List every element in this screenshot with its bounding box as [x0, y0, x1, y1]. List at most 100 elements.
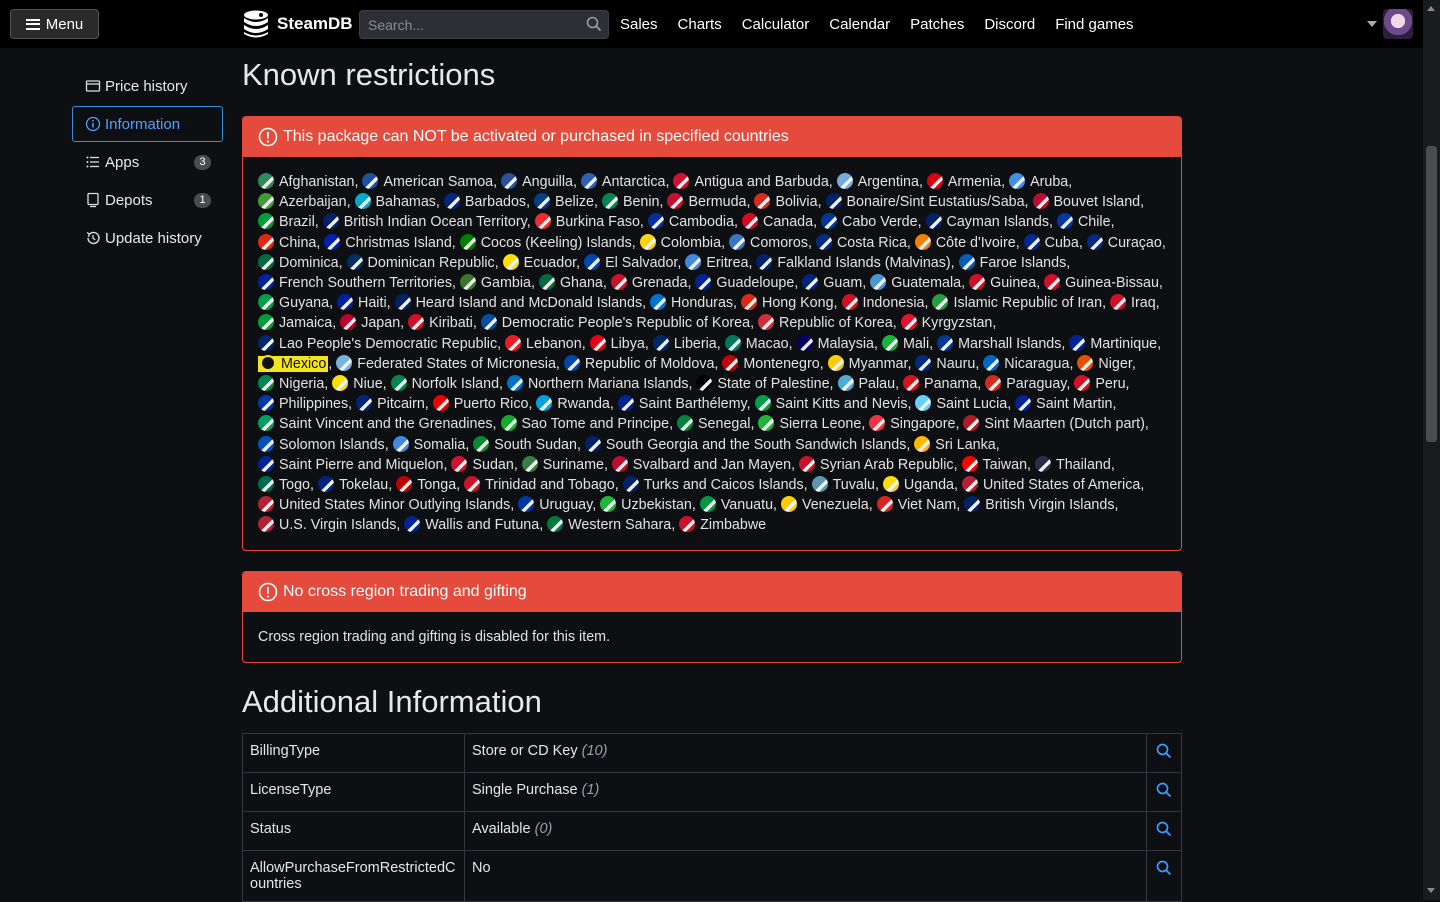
search-icon[interactable] — [1156, 743, 1172, 759]
scroll-up-arrow-icon[interactable] — [1427, 6, 1435, 11]
sidebar-item-price-history[interactable]: Price history — [72, 68, 223, 104]
country-flag-icon — [536, 395, 553, 412]
country-item: Guadeloupe — [695, 274, 794, 291]
country-name: Tuvalu — [832, 477, 875, 494]
country-name: Thailand — [1055, 456, 1111, 473]
country-name: Guatemala — [891, 275, 962, 292]
country-name: South Sudan — [494, 436, 577, 453]
country-name: Solomon Islands — [279, 436, 385, 453]
country-name: Guyana — [279, 295, 330, 312]
country-item: Uganda — [882, 476, 954, 493]
country-item: Republic of Korea — [758, 314, 893, 331]
search-icon[interactable] — [1156, 860, 1172, 876]
nav-link-patches[interactable]: Patches — [910, 16, 964, 33]
country-name: Kyrgyzstan — [921, 315, 993, 332]
country-item: Liberia — [652, 334, 717, 352]
country-flag-icon — [963, 415, 980, 432]
nav-link-calculator[interactable]: Calculator — [742, 16, 810, 33]
search-icon[interactable] — [1156, 821, 1172, 837]
country-name: French Southern Territories — [279, 275, 452, 292]
country-item: Singapore — [869, 415, 955, 432]
info-icon — [85, 116, 101, 132]
country-name: Wallis and Futuna — [425, 517, 540, 534]
country-item: Democratic People's Republic of Korea — [480, 314, 750, 331]
country-name: Saint Pierre and Miquelon — [279, 456, 444, 473]
country-flag-icon — [870, 274, 887, 291]
country-item: Christmas Island — [324, 233, 452, 251]
country-flag-icon — [1044, 274, 1061, 291]
country-item: Nigeria — [258, 375, 324, 392]
sidebar-item-update-history[interactable]: Update history — [72, 220, 223, 256]
country-flag-icon — [258, 334, 274, 351]
user-dropdown-caret-icon[interactable] — [1367, 21, 1377, 27]
country-name: El Salvador — [605, 254, 678, 271]
country-item: State of Palestine — [696, 375, 830, 393]
country-item: Costa Rica — [815, 233, 907, 251]
scroll-down-arrow-icon[interactable] — [1427, 888, 1435, 893]
country-flag-icon — [903, 375, 920, 392]
user-avatar[interactable] — [1383, 9, 1413, 39]
country-name: Saint Lucia — [936, 396, 1008, 413]
country-flag-icon — [258, 314, 274, 331]
country-item: Guam — [802, 274, 862, 291]
country-item: Vanuatu — [699, 496, 773, 513]
search-value-button[interactable] — [1146, 811, 1182, 851]
country-flag-icon — [258, 496, 274, 513]
scrollbar-thumb[interactable] — [1426, 146, 1437, 442]
country-flag-icon — [394, 294, 411, 311]
scrollbar-track[interactable] — [1423, 0, 1440, 900]
country-name: Antigua and Barbuda — [694, 174, 829, 190]
country-restriction-alert-header: This package can NOT be activated or pur… — [243, 117, 1181, 157]
search-input[interactable] — [360, 11, 596, 38]
country-item: Anguilla — [501, 173, 573, 190]
country-item: Burkina Faso — [534, 213, 640, 230]
menu-button[interactable]: Menu — [10, 9, 99, 39]
country-item: Nauru — [915, 354, 975, 372]
nav-link-charts[interactable]: Charts — [678, 16, 722, 33]
country-name: Lao People's Democratic Republic — [279, 335, 498, 352]
country-name: Aruba — [1030, 174, 1069, 190]
country-item: Gambia — [459, 274, 531, 291]
trading-restriction-alert-body: Cross region trading and gifting is disa… — [258, 629, 611, 645]
country-item: Argentina — [836, 173, 919, 190]
search-box[interactable] — [359, 10, 609, 39]
nav-link-find-games[interactable]: Find games — [1055, 16, 1133, 33]
brand-name: SteamDB — [277, 14, 353, 33]
country-name: Cabo Verde — [842, 214, 918, 231]
country-flag-icon — [356, 395, 373, 412]
search-value-button[interactable] — [1146, 772, 1182, 812]
search-value-button[interactable] — [1146, 850, 1182, 902]
search-value-button[interactable] — [1146, 733, 1182, 773]
country-name: Antarctica — [601, 174, 666, 190]
search-icon[interactable] — [1156, 782, 1172, 798]
sidebar-item-apps[interactable]: Apps 3 — [72, 144, 223, 180]
country-flag-icon — [1015, 395, 1032, 412]
sidebar-item-information[interactable]: Information — [72, 106, 223, 142]
country-item: Uruguay — [518, 496, 592, 513]
search-icon[interactable] — [586, 16, 602, 32]
country-flag-icon — [914, 435, 931, 452]
country-item: Wallis and Futuna — [404, 516, 540, 534]
country-flag-icon — [362, 173, 379, 189]
sidebar-item-depots[interactable]: Depots 1 — [72, 182, 223, 218]
country-flag-icon — [258, 294, 274, 311]
country-name: Ecuador — [523, 254, 577, 271]
country-name: State of Palestine — [717, 376, 830, 393]
country-flag-icon — [1074, 375, 1091, 392]
country-item: Palau — [837, 375, 895, 392]
country-item: Macao — [724, 334, 789, 352]
country-flag-icon — [518, 496, 535, 513]
country-flag-icon — [260, 354, 276, 371]
steamdb-logo[interactable]: SteamDB — [241, 8, 353, 40]
info-key: Status — [242, 811, 465, 851]
country-name: Paraguay — [1006, 376, 1067, 393]
nav-link-sales[interactable]: Sales — [620, 16, 658, 33]
country-flag-icon — [869, 415, 886, 432]
country-name: Christmas Island — [345, 234, 452, 251]
country-name: Republic of Moldova — [584, 355, 715, 372]
nav-link-calendar[interactable]: Calendar — [829, 16, 890, 33]
country-flag-icon — [622, 476, 639, 493]
country-name: Anguilla — [522, 174, 573, 190]
country-flag-icon — [1086, 233, 1103, 250]
nav-link-discord[interactable]: Discord — [984, 16, 1035, 33]
